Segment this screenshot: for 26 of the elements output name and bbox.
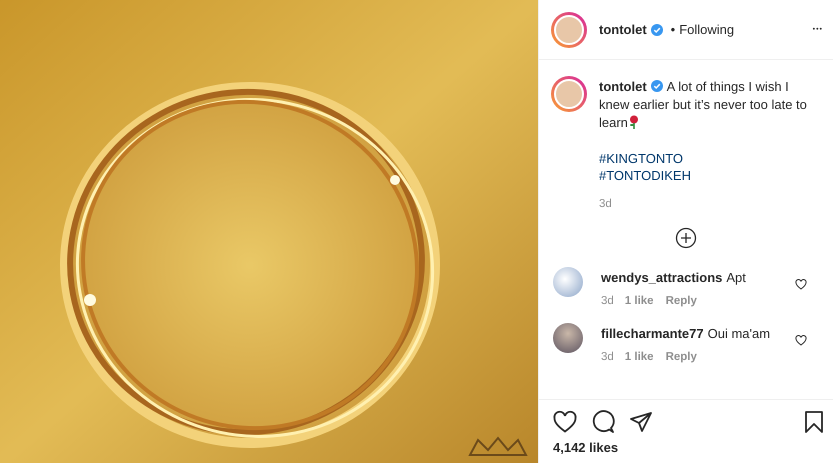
- caption-text: tontolet A lot of things I wish I knew earlier but it’s never too late to learn: [599, 78, 808, 132]
- hashtag-link[interactable]: #KINGTONTO: [599, 150, 821, 167]
- hashtag-link[interactable]: #TONTODIKEH: [599, 167, 821, 184]
- username-link[interactable]: tontolet: [599, 79, 647, 94]
- avatar[interactable]: [551, 76, 587, 112]
- load-more-icon[interactable]: [675, 227, 697, 249]
- bookmark-icon[interactable]: [802, 410, 826, 434]
- comment-text: wendys_attractions Apt: [601, 269, 747, 287]
- username-link[interactable]: fillecharmante77: [601, 326, 704, 341]
- commenter-avatar[interactable]: [553, 323, 583, 353]
- share-icon[interactable]: [629, 410, 653, 434]
- username-link[interactable]: tontolet: [599, 22, 647, 37]
- timestamp: 3d: [601, 351, 614, 363]
- timestamp: 3d: [599, 198, 612, 210]
- comment-icon[interactable]: [591, 410, 615, 434]
- timestamp: 3d: [601, 295, 614, 307]
- username-link[interactable]: wendys_attractions: [601, 270, 722, 285]
- like-icon[interactable]: [553, 410, 577, 434]
- following-button[interactable]: Following: [679, 22, 734, 37]
- separator: •: [670, 22, 676, 37]
- like-icon[interactable]: [795, 279, 807, 290]
- like-icon[interactable]: [795, 335, 807, 346]
- rose-icon: [628, 115, 639, 129]
- likes-count-link[interactable]: 4,142 likes: [539, 438, 833, 463]
- avatar[interactable]: [551, 12, 587, 48]
- comment-text: fillecharmante77 Oui ma'am: [601, 325, 772, 343]
